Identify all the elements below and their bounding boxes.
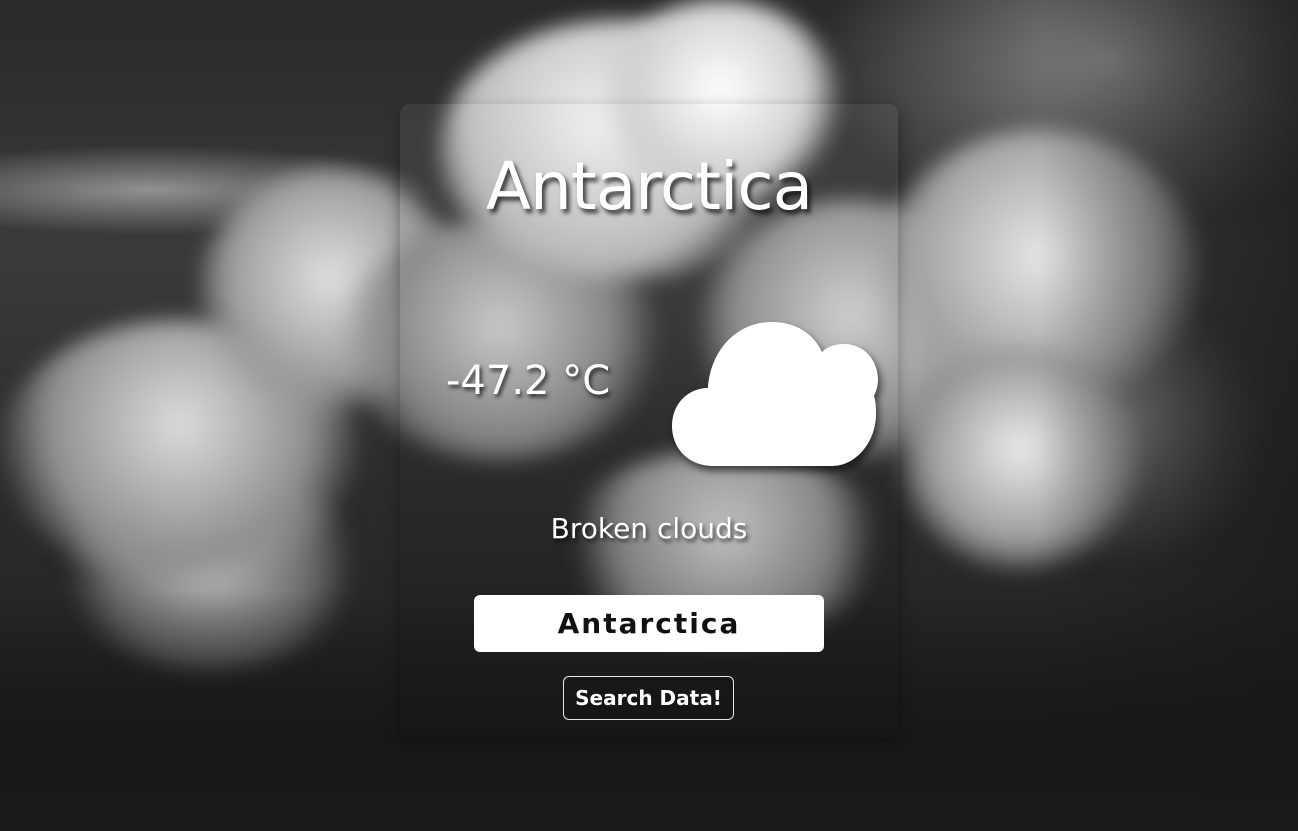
- cloud-icon: [672, 322, 878, 466]
- weather-card: Antarctica -47.2 °C Broken clouds Search…: [400, 104, 898, 737]
- city-name: Antarctica: [485, 148, 813, 225]
- city-search-input[interactable]: [474, 595, 824, 652]
- weather-description: Broken clouds: [550, 512, 748, 545]
- search-data-button[interactable]: Search Data!: [563, 676, 734, 720]
- temperature: -47.2 °C: [446, 358, 611, 404]
